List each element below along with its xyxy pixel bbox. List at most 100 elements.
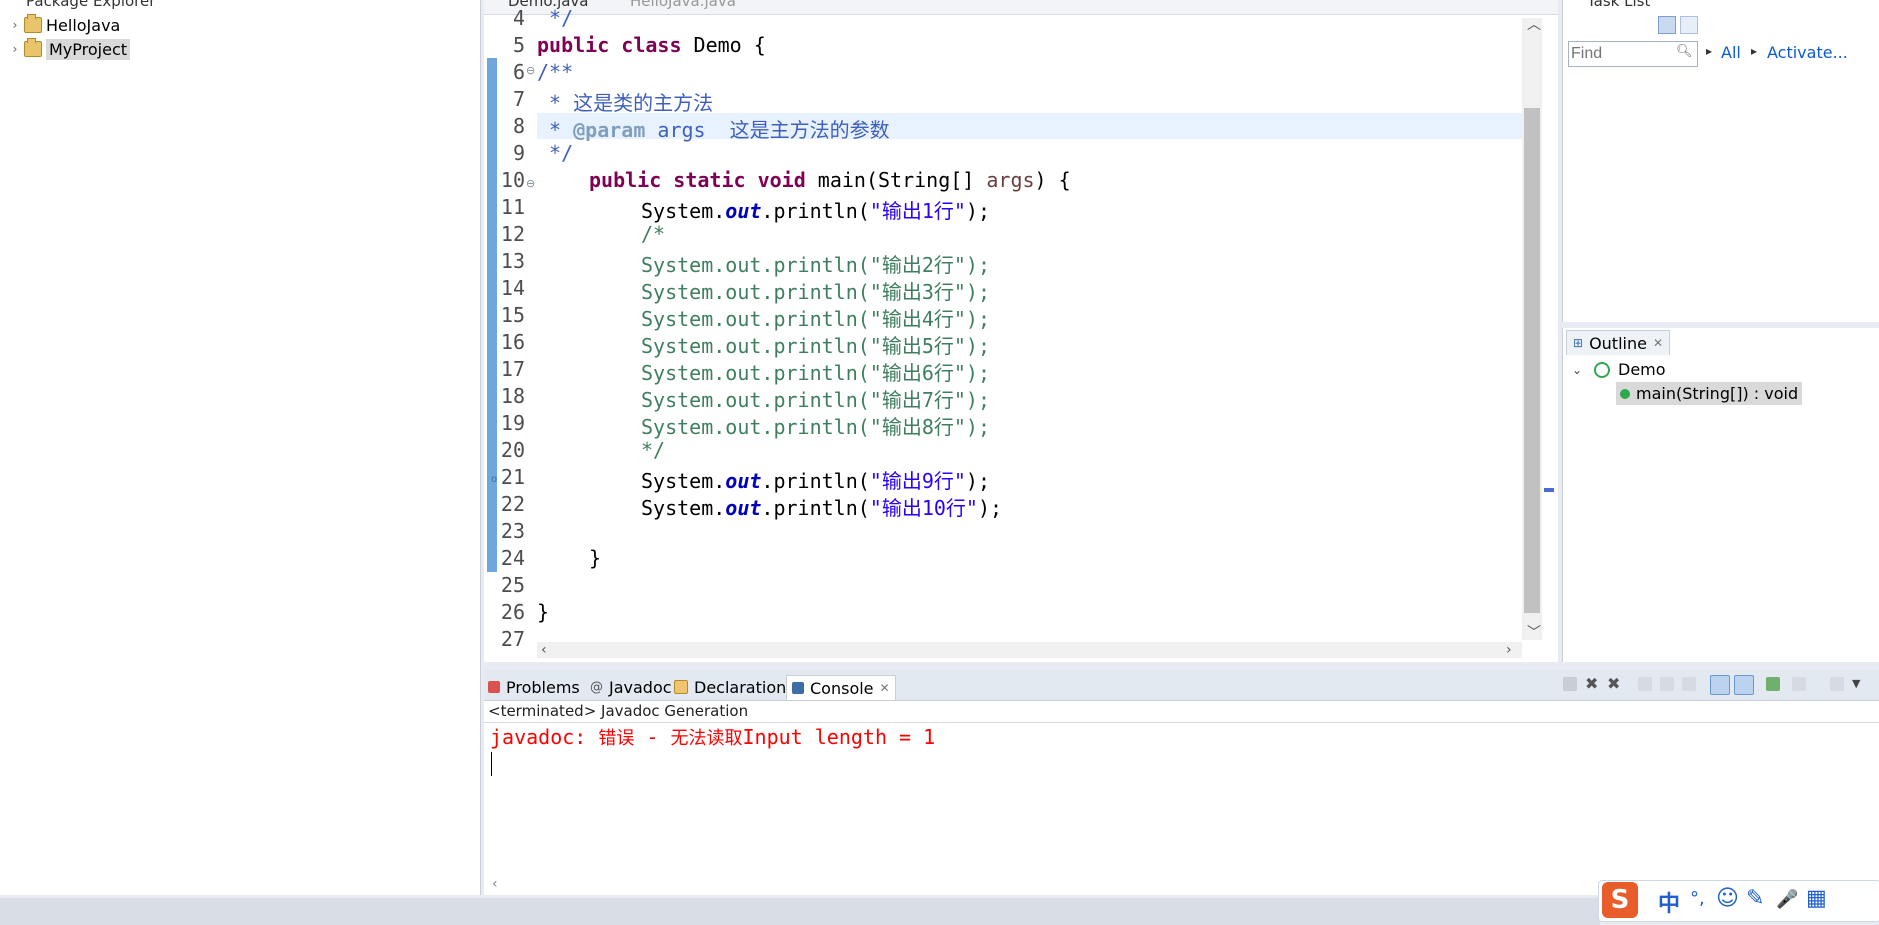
- code-line-13: System.out.println("输出2行");: [641, 253, 990, 277]
- scroll-up-icon[interactable]: ︿: [1527, 14, 1541, 34]
- line-number: 21: [500, 465, 525, 489]
- code-text: Demo {: [681, 33, 766, 57]
- code-text: .println(: [761, 199, 870, 223]
- chevron-right-icon[interactable]: ›: [8, 42, 22, 56]
- breakpoint-marker-icon[interactable]: o: [491, 474, 497, 485]
- chevron-right-icon[interactable]: ▸: [1751, 44, 1757, 58]
- pin-console-icon[interactable]: [1766, 677, 1780, 691]
- terminate-icon[interactable]: [1563, 677, 1577, 691]
- code-line-11: System.out.println("输出1行");: [641, 195, 990, 224]
- task-scheduled-icon[interactable]: [1680, 16, 1698, 34]
- outline-item-demo[interactable]: ⌄ Demo: [1572, 360, 1666, 379]
- chevron-right-icon[interactable]: ›: [8, 18, 22, 32]
- clear-console-icon[interactable]: [1638, 677, 1652, 691]
- public-method-icon: [1620, 388, 1630, 399]
- problems-icon: [488, 681, 500, 693]
- scroll-left-icon[interactable]: ‹: [541, 642, 547, 658]
- outline-method-label: main(String[]) : void: [1636, 384, 1799, 403]
- task-list-title[interactable]: Task List: [1587, 0, 1650, 10]
- line-number: 25: [500, 573, 525, 597]
- outline-class-label: Demo: [1618, 360, 1666, 379]
- chevron-right-icon[interactable]: ▸: [1706, 44, 1712, 58]
- task-categories-icon[interactable]: [1658, 16, 1676, 34]
- code-text: System.: [641, 469, 726, 493]
- tab-hellojava-java[interactable]: HelloJava.java: [630, 0, 736, 10]
- microphone-icon[interactable]: 🎤: [1776, 889, 1798, 910]
- tree-item-hellojava[interactable]: › HelloJava: [8, 14, 120, 36]
- line-number: 10: [500, 168, 525, 192]
- outline-title: Outline: [1589, 333, 1647, 353]
- tab-javadoc[interactable]: @ Javadoc: [590, 675, 672, 699]
- code-text: System.: [641, 496, 726, 520]
- fold-icon[interactable]: ⊖: [526, 64, 535, 77]
- horizontal-scrollbar[interactable]: [537, 642, 1522, 658]
- all-link[interactable]: All: [1721, 43, 1741, 62]
- remove-launch-icon[interactable]: ✖: [1585, 676, 1599, 692]
- overview-ruler-marker[interactable]: [1544, 488, 1554, 492]
- keyword: public static void: [589, 168, 806, 192]
- code-text: );: [977, 496, 1003, 520]
- tree-item-myproject[interactable]: › MyProject: [8, 38, 131, 60]
- emoji-icon[interactable]: ☺: [1716, 886, 1739, 911]
- code-line-26: }: [537, 600, 550, 624]
- tab-problems[interactable]: Problems: [488, 675, 580, 699]
- chevron-down-icon[interactable]: ⌄: [1572, 363, 1588, 377]
- toolbox-icon[interactable]: ▦: [1806, 886, 1827, 911]
- code-line-5: public class Demo {: [537, 33, 766, 57]
- line-number: 6: [512, 60, 525, 84]
- show-on-error-icon[interactable]: [1734, 675, 1754, 695]
- close-icon[interactable]: ✕: [1653, 336, 1663, 350]
- code-line-22: System.out.println("输出10行");: [641, 492, 1002, 521]
- parameter: args: [986, 168, 1035, 192]
- line-number: 13: [500, 249, 525, 273]
- input-mode-chinese[interactable]: 中: [1658, 886, 1680, 918]
- word-wrap-icon[interactable]: [1682, 677, 1696, 691]
- fold-icon[interactable]: ⊖: [526, 177, 535, 190]
- show-on-output-icon[interactable]: [1710, 675, 1730, 695]
- error-message: Input length = 1: [742, 725, 936, 749]
- tab-console[interactable]: Console ✕: [786, 675, 896, 700]
- class-icon: [1594, 361, 1610, 378]
- code-text: *: [537, 118, 574, 142]
- line-number: 17: [500, 357, 525, 381]
- handwriting-icon[interactable]: ✎: [1746, 886, 1764, 911]
- close-icon[interactable]: ✕: [880, 681, 890, 695]
- outline-icon: ⊞: [1573, 336, 1584, 350]
- code-line-24: }: [589, 546, 602, 570]
- line-number: 22: [500, 492, 525, 516]
- code-line-14: System.out.println("输出3行");: [641, 280, 990, 304]
- code-line-12: /*: [641, 222, 666, 246]
- outline-item-main[interactable]: main(String[]) : void: [1616, 382, 1803, 405]
- tab-outline[interactable]: ⊞ Outline ✕: [1566, 330, 1671, 355]
- tab-label: Problems: [506, 677, 580, 697]
- package-explorer: Package Explorer › HelloJava › MyProject: [0, 0, 481, 895]
- code-text: .println(: [761, 496, 870, 520]
- field: out: [725, 199, 762, 223]
- declaration-icon: [674, 680, 688, 694]
- tab-declaration[interactable]: Declaration: [674, 675, 786, 699]
- sogou-logo-icon[interactable]: S: [1602, 882, 1638, 918]
- open-console-icon[interactable]: [1830, 677, 1844, 691]
- string-literal: "输出9行": [869, 469, 966, 493]
- project-label: MyProject: [46, 38, 131, 60]
- line-number: 20: [500, 438, 525, 462]
- display-console-icon[interactable]: [1792, 677, 1806, 691]
- scroll-down-icon[interactable]: ﹀: [1527, 622, 1541, 642]
- scroll-left-icon[interactable]: ‹: [492, 876, 498, 892]
- line-number: 9: [512, 141, 525, 165]
- tab-label: Javadoc: [609, 677, 672, 697]
- remove-all-icon[interactable]: ✖: [1607, 676, 1621, 692]
- code-line-6: /**: [537, 60, 574, 84]
- scrollbar-thumb[interactable]: [1524, 108, 1540, 613]
- line-number: 8: [512, 114, 525, 138]
- punctuation-toggle[interactable]: °,: [1690, 888, 1705, 909]
- package-explorer-title[interactable]: Package Explorer: [26, 0, 155, 10]
- tab-label: Console: [810, 678, 874, 698]
- code-text: args: [645, 118, 706, 142]
- chevron-down-icon[interactable]: ▼: [1852, 677, 1860, 690]
- error-text: 错误: [598, 728, 635, 749]
- scroll-right-icon[interactable]: ›: [1506, 642, 1512, 658]
- scroll-lock-icon[interactable]: [1660, 677, 1674, 691]
- activate-link[interactable]: Activate...: [1767, 43, 1848, 62]
- console-icon: [792, 682, 804, 694]
